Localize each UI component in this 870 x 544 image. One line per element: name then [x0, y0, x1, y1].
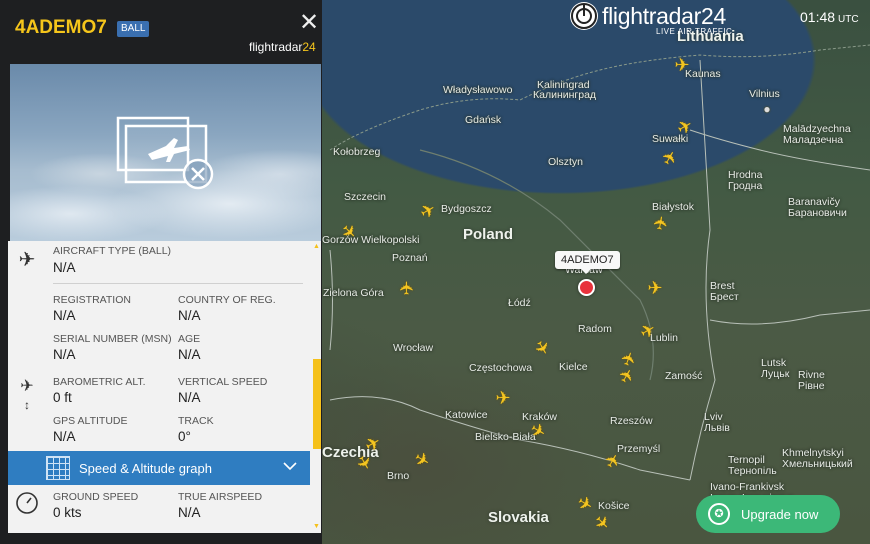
scrollbar-thumb[interactable] — [313, 359, 321, 449]
divider — [53, 283, 303, 284]
registration-label: REGISTRATION — [53, 294, 131, 306]
true-airspeed-value: N/A — [178, 505, 201, 520]
aircraft-type-badge: BALL — [117, 21, 150, 37]
panel-brand-name: flightradar — [249, 40, 303, 54]
city-label: Zielona Góra — [323, 287, 384, 299]
serial-number-value: N/A — [53, 347, 76, 362]
gps-altitude-value: N/A — [53, 429, 76, 444]
aircraft-icon[interactable]: ✈ — [672, 55, 692, 75]
clock-timezone: UTC — [838, 14, 859, 25]
ground-speed-value: 0 kts — [53, 505, 82, 520]
city-label: Bydgoszcz — [441, 203, 492, 215]
track-label: TRACK — [178, 415, 214, 427]
city-label: Brno — [387, 470, 410, 482]
city-label: Łódź — [508, 297, 531, 309]
city-label: Olsztyn — [548, 156, 584, 168]
aircraft-icon[interactable]: ✈ — [645, 278, 665, 298]
award-icon: ✪ — [708, 503, 730, 525]
city-label: Луцьк — [761, 368, 790, 380]
city-label: Szczecin — [344, 191, 387, 203]
details-scrollbar[interactable]: ▲ ▼ — [312, 241, 321, 533]
vertical-speed-label: VERTICAL SPEED — [178, 376, 268, 388]
city-label: Wrocław — [393, 342, 434, 354]
graph-label: Speed & Altitude graph — [79, 461, 212, 476]
city-label: Zamość — [665, 370, 703, 382]
city-label: Kielce — [559, 361, 588, 373]
callsign: 4ADEMO7 — [15, 17, 107, 38]
city-label: Калининград — [533, 89, 597, 101]
gps-altitude-label: GPS ALTITUDE — [53, 415, 128, 427]
aircraft-icon[interactable]: ✈ — [493, 388, 513, 408]
panel-brand-number: 24 — [302, 40, 316, 54]
close-icon: ✕ — [298, 9, 320, 36]
city-label: Katowice — [445, 409, 488, 421]
aircraft-icon[interactable]: ✈ — [397, 278, 417, 298]
upgrade-label: Upgrade now — [741, 506, 819, 522]
flight-info-panel: 4ADEMO7 BALL ✕ flightradar24 ✈ AIRCRAFT … — [0, 0, 322, 544]
scroll-up-icon[interactable]: ▲ — [313, 243, 320, 250]
city-label: Władysławowo — [443, 84, 513, 96]
aircraft-icon: ✈ — [18, 249, 36, 271]
city-label: Gorzów Wielkopolski — [322, 234, 420, 246]
age-value: N/A — [178, 347, 201, 362]
no-photo-icon — [116, 116, 214, 190]
barometric-alt-label: BAROMETRIC ALT. — [53, 376, 146, 388]
serial-number-label: SERIAL NUMBER (MSN) — [53, 333, 172, 345]
city-label: Рівне — [798, 380, 825, 392]
city-label: Białystok — [652, 201, 695, 213]
vertical-speed-value: N/A — [178, 390, 201, 405]
selected-flight-label[interactable]: 4ADEMO7 — [555, 251, 620, 274]
upgrade-button[interactable]: ✪ Upgrade now — [696, 495, 840, 533]
aircraft-icon[interactable]: ✈ — [649, 211, 672, 234]
chevron-down-icon — [282, 458, 298, 477]
city-label: Kołobrzeg — [333, 146, 381, 158]
city-label: Rzeszów — [610, 415, 653, 427]
city-label: Маладзечна — [783, 134, 844, 146]
flight-details[interactable]: ✈ AIRCRAFT TYPE (BALL) N/A REGISTRATION … — [8, 241, 321, 533]
panel-bottom-toolbar — [0, 533, 322, 544]
aircraft-type-label: AIRCRAFT TYPE (BALL) — [53, 245, 172, 257]
country-label-poland: Poland — [463, 226, 514, 243]
close-button[interactable]: ✕ — [298, 9, 320, 36]
city-label: Gdańsk — [465, 114, 502, 126]
panel-header: 4ADEMO7 BALL ✕ flightradar24 — [0, 0, 322, 64]
selected-flight-marker[interactable] — [578, 279, 595, 296]
ground-speed-label: GROUND SPEED — [53, 491, 139, 503]
barometric-alt-value: 0 ft — [53, 390, 72, 405]
city-label: Częstochowa — [469, 362, 533, 374]
airport-icon[interactable]: ● — [757, 99, 777, 119]
altitude-icon: ✈ ↕ — [20, 378, 34, 412]
aircraft-photo[interactable] — [10, 64, 321, 241]
brand-number: 24 — [700, 3, 726, 29]
speed-altitude-graph-toggle[interactable]: Speed & Altitude graph — [8, 451, 310, 485]
clock-time: 01:48 — [800, 9, 836, 25]
city-label: Przemyśl — [617, 443, 661, 455]
city-label: Poznań — [392, 252, 428, 264]
country-of-reg-value: N/A — [178, 308, 201, 323]
speedometer-icon — [8, 491, 46, 521]
track-value: 0° — [178, 429, 191, 444]
registration-value: N/A — [53, 308, 76, 323]
country-of-reg-label: COUNTRY OF REG. — [178, 294, 276, 306]
brand-name: flightradar — [602, 3, 701, 29]
true-airspeed-label: TRUE AIRSPEED — [178, 491, 263, 503]
aircraft-type-value: N/A — [53, 260, 76, 275]
scroll-down-icon[interactable]: ▼ — [313, 523, 320, 530]
panel-brand-logo: flightradar24 — [249, 40, 316, 54]
city-label: Барановичи — [788, 207, 847, 219]
radar-logo-icon — [570, 2, 598, 30]
city-label: Тернопіль — [728, 465, 777, 477]
city-label: Хмельницький — [782, 458, 853, 470]
utc-clock: 01:48 UTC — [800, 9, 859, 25]
brand-tagline: LIVE AIR TRAFFIC — [656, 27, 733, 36]
city-label: Львів — [704, 422, 730, 434]
age-label: AGE — [178, 333, 201, 345]
city-label: Брест — [710, 291, 739, 303]
graph-icon — [46, 456, 70, 480]
city-label: Radom — [578, 323, 612, 335]
city-label: Гродна — [728, 180, 763, 192]
country-label-slovakia: Slovakia — [488, 509, 549, 526]
